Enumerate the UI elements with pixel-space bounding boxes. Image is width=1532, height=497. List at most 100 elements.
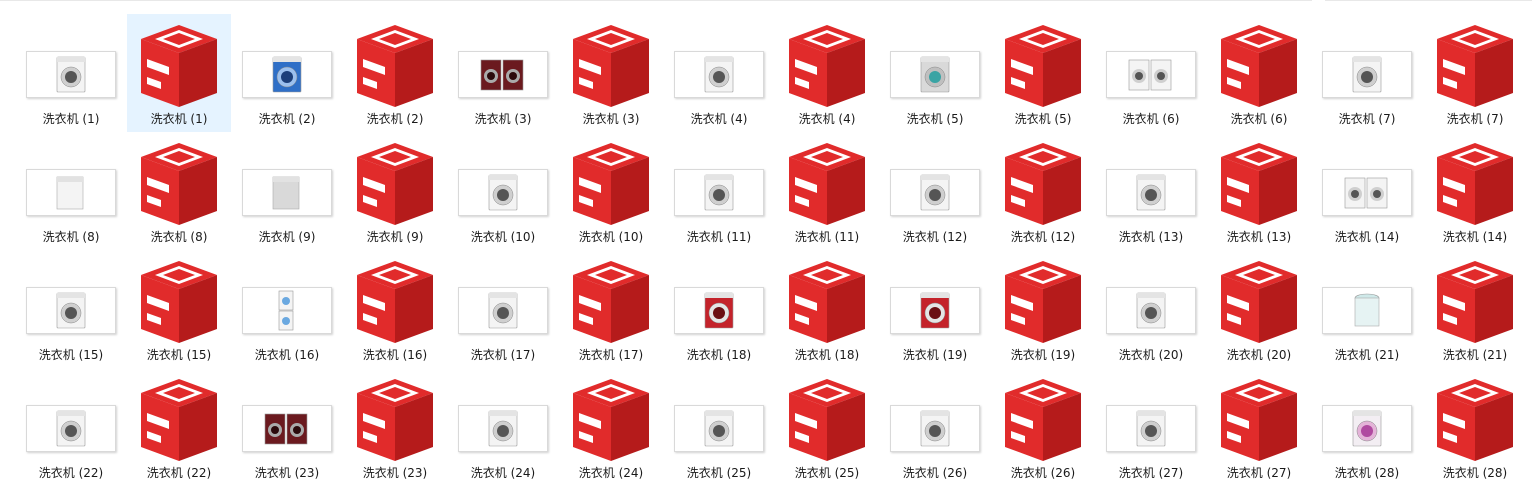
sketchup-file-icon	[1221, 24, 1297, 107]
washer-thumbnail-icon	[488, 174, 518, 211]
image-thumbnail-frame	[674, 51, 764, 98]
file-thumbnail	[883, 250, 987, 347]
file-item-image[interactable]: 洗衣机 (4)	[667, 14, 771, 132]
file-item-skp[interactable]: 洗衣机 (20)	[1207, 250, 1311, 368]
file-item-image[interactable]: 洗衣机 (17)	[451, 250, 555, 368]
file-thumbnail	[559, 250, 663, 347]
file-item-image[interactable]: 洗衣机 (9)	[235, 132, 339, 250]
file-item-skp[interactable]: 洗衣机 (19)	[991, 250, 1095, 368]
file-item-image[interactable]: 洗衣机 (14)	[1315, 132, 1419, 250]
file-item-image[interactable]: 洗衣机 (12)	[883, 132, 987, 250]
file-item-skp[interactable]: 洗衣机 (10)	[559, 132, 663, 250]
file-item-skp[interactable]: 洗衣机 (2)	[343, 14, 447, 132]
file-item-image[interactable]: 洗衣机 (20)	[1099, 250, 1203, 368]
file-thumbnail	[883, 368, 987, 465]
file-thumbnail	[343, 14, 447, 111]
file-name-label: 洗衣机 (17)	[470, 348, 536, 362]
file-name-label: 洗衣机 (20)	[1226, 348, 1292, 362]
file-thumbnail	[451, 14, 555, 111]
file-item-image[interactable]: 洗衣机 (26)	[883, 368, 987, 486]
file-item-skp[interactable]: 洗衣机 (28)	[1423, 368, 1527, 486]
file-item-image[interactable]: 洗衣机 (25)	[667, 368, 771, 486]
file-item-image[interactable]: 洗衣机 (1)	[19, 14, 123, 132]
file-item-image[interactable]: 洗衣机 (21)	[1315, 250, 1419, 368]
sketchup-file-icon	[1437, 24, 1513, 107]
file-thumbnail	[19, 368, 123, 465]
file-thumbnail	[451, 250, 555, 347]
file-item-skp[interactable]: 洗衣机 (1)	[127, 14, 231, 132]
file-item-skp[interactable]: 洗衣机 (5)	[991, 14, 1095, 132]
file-thumbnail	[991, 368, 1095, 465]
file-thumbnail	[343, 132, 447, 229]
washer-thumbnail-icon	[920, 174, 950, 211]
file-item-skp[interactable]: 洗衣机 (8)	[127, 132, 231, 250]
file-thumbnail	[235, 368, 339, 465]
sketchup-file-icon	[789, 378, 865, 461]
file-thumbnail	[1315, 132, 1419, 229]
washer-thumbnail-icon	[264, 413, 308, 445]
image-thumbnail-frame	[1106, 51, 1196, 98]
file-item-skp[interactable]: 洗衣机 (7)	[1423, 14, 1527, 132]
file-item-skp[interactable]: 洗衣机 (16)	[343, 250, 447, 368]
file-item-image[interactable]: 洗衣机 (28)	[1315, 368, 1419, 486]
file-name-label: 洗衣机 (3)	[582, 112, 640, 126]
file-item-image[interactable]: 洗衣机 (3)	[451, 14, 555, 132]
file-item-skp[interactable]: 洗衣机 (3)	[559, 14, 663, 132]
file-item-image[interactable]: 洗衣机 (24)	[451, 368, 555, 486]
file-item-skp[interactable]: 洗衣机 (4)	[775, 14, 879, 132]
file-thumbnail	[1099, 132, 1203, 229]
file-item-image[interactable]: 洗衣机 (8)	[19, 132, 123, 250]
top-divider	[1325, 0, 1532, 1]
file-item-image[interactable]: 洗衣机 (18)	[667, 250, 771, 368]
file-item-skp[interactable]: 洗衣机 (21)	[1423, 250, 1527, 368]
file-item-image[interactable]: 洗衣机 (23)	[235, 368, 339, 486]
file-name-label: 洗衣机 (23)	[254, 466, 320, 480]
file-name-label: 洗衣机 (11)	[794, 230, 860, 244]
file-thumbnail	[883, 132, 987, 229]
file-name-label: 洗衣机 (28)	[1442, 466, 1508, 480]
washer-thumbnail-icon	[56, 176, 84, 210]
file-item-skp[interactable]: 洗衣机 (13)	[1207, 132, 1311, 250]
file-item-image[interactable]: 洗衣机 (11)	[667, 132, 771, 250]
file-item-image[interactable]: 洗衣机 (7)	[1315, 14, 1419, 132]
file-item-image[interactable]: 洗衣机 (19)	[883, 250, 987, 368]
file-item-image[interactable]: 洗衣机 (5)	[883, 14, 987, 132]
file-item-skp[interactable]: 洗衣机 (14)	[1423, 132, 1527, 250]
file-thumbnail	[1099, 368, 1203, 465]
file-name-label: 洗衣机 (28)	[1334, 466, 1400, 480]
file-item-skp[interactable]: 洗衣机 (24)	[559, 368, 663, 486]
image-thumbnail-frame	[242, 287, 332, 334]
file-item-skp[interactable]: 洗衣机 (26)	[991, 368, 1095, 486]
file-name-label: 洗衣机 (25)	[686, 466, 752, 480]
washer-thumbnail-icon	[488, 292, 518, 329]
file-thumbnail	[19, 250, 123, 347]
file-item-image[interactable]: 洗衣机 (6)	[1099, 14, 1203, 132]
file-item-image[interactable]: 洗衣机 (22)	[19, 368, 123, 486]
file-item-skp[interactable]: 洗衣机 (15)	[127, 250, 231, 368]
file-name-label: 洗衣机 (8)	[42, 230, 100, 244]
file-item-skp[interactable]: 洗衣机 (25)	[775, 368, 879, 486]
file-item-skp[interactable]: 洗衣机 (11)	[775, 132, 879, 250]
file-item-skp[interactable]: 洗衣机 (18)	[775, 250, 879, 368]
washer-thumbnail-icon	[272, 56, 302, 93]
file-item-skp[interactable]: 洗衣机 (22)	[127, 368, 231, 486]
file-item-image[interactable]: 洗衣机 (16)	[235, 250, 339, 368]
file-thumbnail	[1423, 368, 1527, 465]
file-item-skp[interactable]: 洗衣机 (23)	[343, 368, 447, 486]
file-item-image[interactable]: 洗衣机 (13)	[1099, 132, 1203, 250]
file-item-skp[interactable]: 洗衣机 (9)	[343, 132, 447, 250]
file-item-skp[interactable]: 洗衣机 (12)	[991, 132, 1095, 250]
file-item-skp[interactable]: 洗衣机 (27)	[1207, 368, 1311, 486]
top-divider	[0, 0, 1312, 1]
image-thumbnail-frame	[458, 405, 548, 452]
file-name-label: 洗衣机 (17)	[578, 348, 644, 362]
file-item-image[interactable]: 洗衣机 (27)	[1099, 368, 1203, 486]
washer-thumbnail-icon	[1136, 174, 1166, 211]
image-thumbnail-frame	[458, 51, 548, 98]
file-item-image[interactable]: 洗衣机 (2)	[235, 14, 339, 132]
file-item-skp[interactable]: 洗衣机 (17)	[559, 250, 663, 368]
file-item-skp[interactable]: 洗衣机 (6)	[1207, 14, 1311, 132]
file-item-image[interactable]: 洗衣机 (15)	[19, 250, 123, 368]
sketchup-file-icon	[573, 24, 649, 107]
file-item-image[interactable]: 洗衣机 (10)	[451, 132, 555, 250]
